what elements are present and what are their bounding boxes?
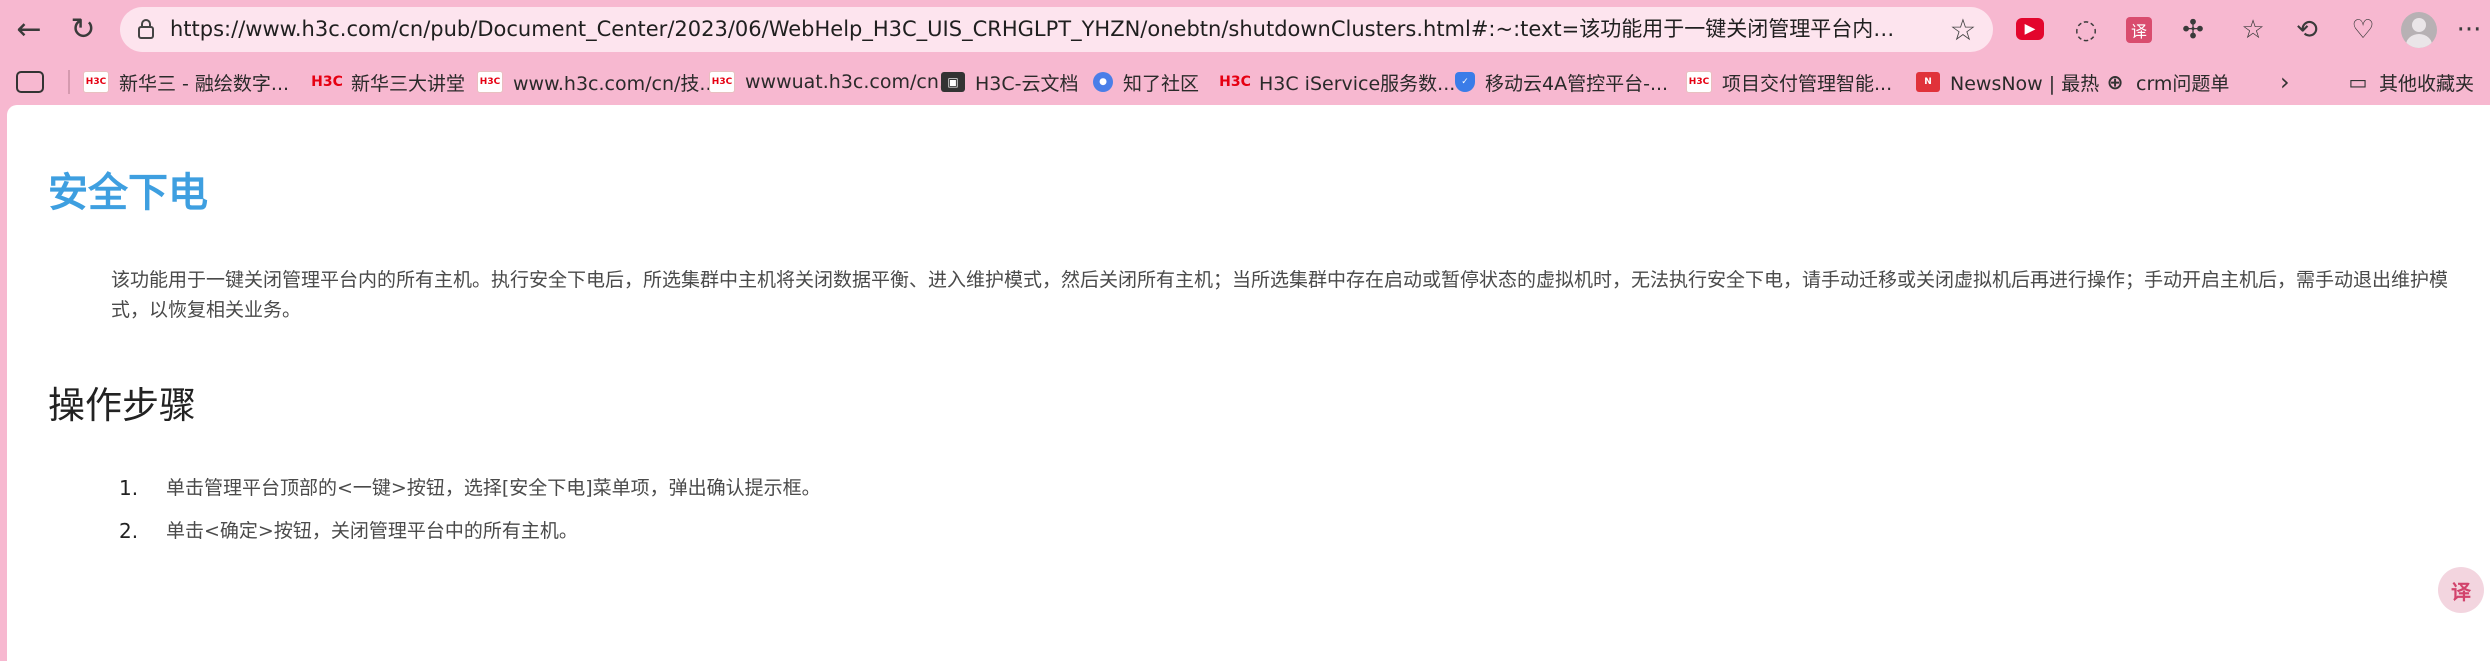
favorites-icon[interactable]: ☆ <box>2236 13 2270 47</box>
url-text[interactable]: https://www.h3c.com/cn/pub/Document_Cent… <box>170 7 1900 52</box>
page-content: 安全下电 该功能用于一键关闭管理平台内的所有主机。执行安全下电后，所选集群中主机… <box>7 105 2490 661</box>
history-icon[interactable]: ⟲ <box>2290 13 2324 47</box>
chat-extension-icon[interactable]: ◌ <box>2069 13 2103 47</box>
browser-toolbar: ← ↻ https://www.h3c.com/cn/pub/Document_… <box>0 0 2490 59</box>
folder-icon: ▭ <box>2348 70 2368 94</box>
bookmark-item[interactable]: H3C www.h3c.com/cn/技... <box>477 59 718 105</box>
bookmark-label: 知了社区 <box>1123 72 1200 95</box>
bookmark-label: 移动云4A管控平台-... <box>1485 72 1669 95</box>
profile-avatar[interactable] <box>2401 12 2437 48</box>
back-icon[interactable]: ← <box>12 12 46 47</box>
step-number: 2. <box>119 519 139 543</box>
step-number: 1. <box>119 476 139 500</box>
translate-float-button[interactable]: 译 <box>2438 567 2484 613</box>
h3c-icon: H3C <box>1686 71 1712 93</box>
bookmark-label: 新华三 - 融绘数字... <box>119 72 290 95</box>
reload-icon[interactable]: ↻ <box>66 12 100 47</box>
bookmarks-bar: H3C 新华三 - 融绘数字... H3C 新华三大讲堂 H3C www.h3c… <box>0 59 2490 105</box>
bookmark-item[interactable]: ⊕ crm问题单 <box>2104 59 2230 105</box>
cloud-doc-icon: ▣ <box>941 72 965 92</box>
bookmark-item[interactable]: H3C 新华三大讲堂 <box>311 59 466 105</box>
h3c-icon: H3C <box>83 71 109 93</box>
bookmark-item[interactable]: ✓ 移动云4A管控平台-... <box>1455 59 1668 105</box>
bookmark-label: H3C iService服务数... <box>1259 72 1456 95</box>
bookmark-label: 项目交付管理智能... <box>1722 72 1893 95</box>
extensions-bar-icon[interactable] <box>16 71 44 93</box>
star-icon[interactable]: ☆ <box>1945 12 1981 48</box>
bookmark-item[interactable]: ▣ H3C-云文档 <box>941 59 1079 105</box>
more-menu-icon[interactable]: ··· <box>2452 13 2486 47</box>
bookmark-label: NewsNow | 最热 <box>1950 72 2100 95</box>
bookmark-label: H3C-云文档 <box>975 72 1079 95</box>
bookmark-label: wwwuat.h3c.com/cn... <box>745 71 957 93</box>
page-title: 安全下电 <box>48 170 208 216</box>
h3c-icon: H3C <box>311 74 343 90</box>
health-icon[interactable]: ♡ <box>2346 13 2380 47</box>
bookmark-item[interactable]: H3C wwwuat.h3c.com/cn... <box>709 59 957 105</box>
h3c-icon: H3C <box>709 71 735 93</box>
h3c-icon: H3C <box>1219 74 1251 90</box>
bookmark-label: 新华三大讲堂 <box>351 72 466 95</box>
site-info-icon[interactable] <box>134 17 158 41</box>
puzzle-icon[interactable]: ✣ <box>2176 13 2210 47</box>
bookmark-label: www.h3c.com/cn/技... <box>513 72 718 95</box>
step-text: 单击<确定>按钮，关闭管理平台中的所有主机。 <box>166 520 578 542</box>
bookmark-label: crm问题单 <box>2136 72 2230 95</box>
bookmark-item[interactable]: H3C 新华三 - 融绘数字... <box>83 59 289 105</box>
h3c-icon: H3C <box>477 71 503 93</box>
steps-heading: 操作步骤 <box>48 384 196 427</box>
bookmark-item[interactable]: ● 知了社区 <box>1093 59 1199 105</box>
community-icon: ● <box>1093 72 1113 92</box>
bookmarks-divider <box>68 70 70 94</box>
globe-icon: ⊕ <box>2106 70 2124 94</box>
list-item: 1. 单击管理平台顶部的<一键>按钮，选择[安全下电]菜单项，弹出确认提示框。 <box>7 473 1207 503</box>
list-item: 2. 单击<确定>按钮，关闭管理平台中的所有主机。 <box>7 516 1207 546</box>
address-bar[interactable]: https://www.h3c.com/cn/pub/Document_Cent… <box>120 7 1993 52</box>
step-text: 单击管理平台顶部的<一键>按钮，选择[安全下电]菜单项，弹出确认提示框。 <box>166 477 821 499</box>
other-bookmarks[interactable]: ▭ 其他收藏夹 <box>2347 59 2474 105</box>
intro-paragraph: 该功能用于一键关闭管理平台内的所有主机。执行安全下电后，所选集群中主机将关闭数据… <box>111 269 2449 321</box>
translate-extension-icon[interactable]: 译 <box>2126 17 2152 43</box>
bookmark-item[interactable]: H3C 项目交付管理智能... <box>1686 59 1892 105</box>
bookmark-item[interactable]: N NewsNow | 最热 <box>1916 59 2099 105</box>
news-icon: N <box>1916 72 1940 92</box>
bookmark-label: 其他收藏夹 <box>2379 72 2475 95</box>
video-extension-icon[interactable]: ▶ <box>2016 18 2044 40</box>
chevron-right-icon[interactable]: › <box>2280 59 2290 105</box>
shield-icon: ✓ <box>1455 72 1475 92</box>
bookmark-item[interactable]: H3C H3C iService服务数... <box>1219 59 1456 105</box>
